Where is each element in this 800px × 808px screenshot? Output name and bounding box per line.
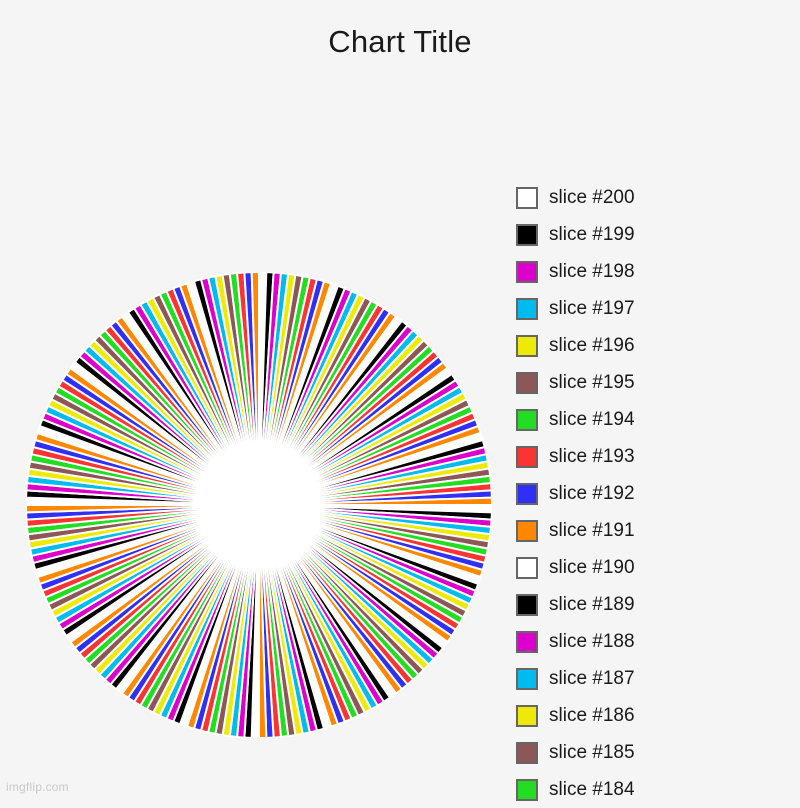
legend-swatch-icon [516, 519, 538, 542]
legend-item[interactable]: slice #193 [516, 438, 786, 475]
legend-item[interactable]: slice #188 [516, 623, 786, 660]
legend-item[interactable]: slice #197 [516, 290, 786, 327]
legend-item-label: slice #195 [549, 372, 635, 393]
legend-item[interactable]: slice #200 [516, 179, 786, 216]
chart-canvas: Chart Title slice #200 slice #199 slice #1… [0, 0, 800, 801]
legend-item[interactable]: slice #189 [516, 586, 786, 623]
legend-swatch-icon [516, 482, 538, 505]
legend-swatch-icon [516, 630, 538, 653]
legend-item-label: slice #196 [549, 335, 635, 356]
pie-chart [26, 272, 492, 738]
legend-item-label: slice #192 [549, 483, 635, 504]
legend-swatch-icon [516, 778, 538, 801]
legend-swatch-icon [516, 260, 538, 283]
legend-item-label: slice #197 [549, 298, 635, 319]
legend-swatch-icon [516, 556, 538, 579]
legend-item-label: slice #189 [549, 594, 635, 615]
legend-swatch-icon [516, 297, 538, 320]
legend-item[interactable]: slice #194 [516, 401, 786, 438]
imgflip-watermark: imgflip.com [6, 780, 69, 794]
legend-item-label: slice #191 [549, 520, 635, 541]
legend-swatch-icon [516, 704, 538, 727]
legend-swatch-icon [516, 741, 538, 764]
legend-swatch-icon [516, 186, 538, 209]
legend-item-label: slice #200 [549, 187, 635, 208]
legend-swatch-icon [516, 445, 538, 468]
legend-item[interactable]: slice #190 [516, 549, 786, 586]
legend-item[interactable]: slice #187 [516, 660, 786, 697]
legend-swatch-icon [516, 667, 538, 690]
chart-legend: slice #200 slice #199 slice #198 slice #197… [516, 179, 786, 808]
pie-chart-svg [26, 272, 492, 738]
legend-item[interactable]: slice #191 [516, 512, 786, 549]
legend-item[interactable]: slice #196 [516, 327, 786, 364]
legend-item-label: slice #194 [549, 409, 635, 430]
page-title: Chart Title [328, 24, 472, 59]
legend-item-label: slice #186 [549, 705, 635, 726]
legend-item[interactable]: slice #186 [516, 697, 786, 734]
legend-item[interactable]: slice #198 [516, 253, 786, 290]
legend-item-label: slice #190 [549, 557, 635, 578]
legend-item[interactable]: slice #185 [516, 734, 786, 771]
legend-item-label: slice #193 [549, 446, 635, 467]
legend-item-label: slice #188 [549, 631, 635, 652]
legend-swatch-icon [516, 593, 538, 616]
legend-swatch-icon [516, 334, 538, 357]
legend-swatch-icon [516, 408, 538, 431]
legend-item-label: slice #198 [549, 261, 635, 282]
legend-item-label: slice #187 [549, 668, 635, 689]
legend-swatch-icon [516, 223, 538, 246]
legend-swatch-icon [516, 371, 538, 394]
legend-item[interactable]: slice #195 [516, 364, 786, 401]
legend-item-label: slice #199 [549, 224, 635, 245]
legend-item[interactable]: slice #184 [516, 771, 786, 808]
legend-item-label: slice #185 [549, 742, 635, 763]
legend-item[interactable]: slice #192 [516, 475, 786, 512]
legend-item-label: slice #184 [549, 779, 635, 800]
legend-item[interactable]: slice #199 [516, 216, 786, 253]
